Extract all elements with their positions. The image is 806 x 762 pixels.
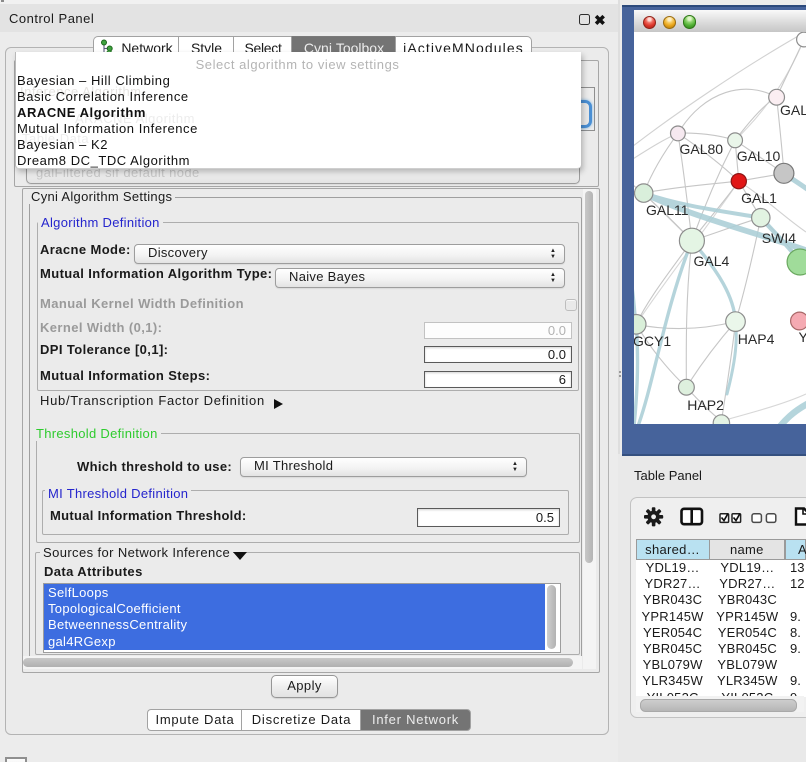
svg-text:SWI4: SWI4 (762, 230, 796, 246)
svg-text:GAL2: GAL2 (780, 102, 806, 118)
svg-text:HAP4: HAP4 (738, 331, 775, 347)
svg-text:YJL21: YJL21 (799, 329, 806, 345)
svg-text:GAL11: GAL11 (646, 202, 689, 218)
svg-text:GAL10: GAL10 (737, 148, 781, 164)
svg-text:GAL1: GAL1 (741, 190, 777, 206)
svg-text:GAL4: GAL4 (694, 253, 730, 269)
svg-text:GAL80: GAL80 (680, 141, 724, 157)
svg-text:HAP2: HAP2 (687, 397, 724, 413)
svg-text:GCY1: GCY1 (634, 333, 671, 349)
